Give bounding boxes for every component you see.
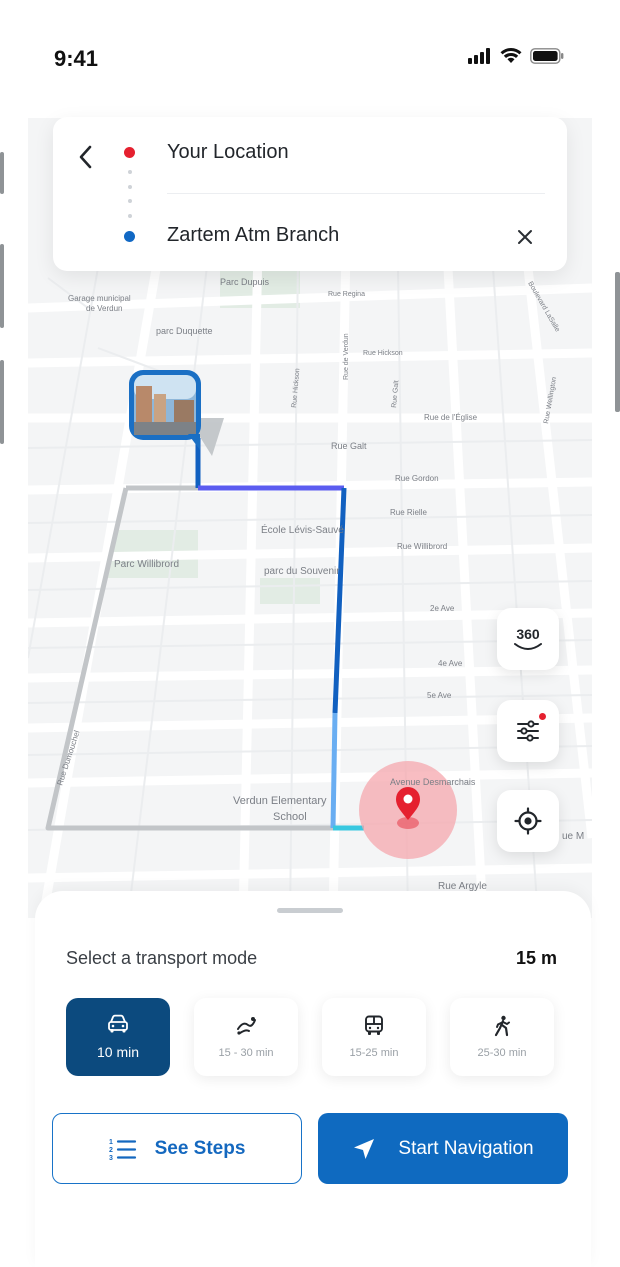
clear-destination-button[interactable] [513, 225, 537, 249]
device-side-button [0, 360, 4, 444]
destination-marker[interactable] [359, 761, 457, 859]
view-360-label: 360 [516, 626, 540, 642]
map-label: Rue Galt [331, 441, 367, 451]
my-location-button[interactable] [497, 790, 559, 852]
map-label: Rue Galt [391, 380, 400, 408]
filter-button[interactable] [497, 700, 559, 762]
map-label: Rue Gordon [395, 474, 439, 483]
origin-dot [124, 147, 135, 158]
street-view-marker[interactable] [129, 370, 224, 456]
see-steps-label: See Steps [154, 1137, 246, 1159]
map-label: 4e Ave [438, 659, 463, 668]
map-label: Rue de Verdun [343, 333, 350, 380]
status-time: 9:41 [54, 46, 99, 71]
notification-badge [538, 712, 547, 721]
route-card: Your Location Zartem Atm Branch [53, 117, 567, 271]
map-label: Rue Rielle [390, 508, 427, 517]
map-label: Rue Regina [328, 291, 365, 298]
map-label: ue M [562, 831, 584, 842]
rotate-360-icon [514, 643, 542, 650]
distance-value: 15 m [515, 948, 557, 968]
map-label: 5e Ave [427, 691, 452, 700]
map-label: Rue de l'Église [424, 413, 478, 422]
see-steps-button[interactable]: 1 2 3 See Steps [52, 1113, 302, 1184]
svg-text:1: 1 [109, 1139, 113, 1146]
park-area [260, 578, 320, 604]
map-label: Avenue Desmarchais [390, 777, 476, 787]
device-side-button [0, 244, 4, 328]
mode-time: 15 - 30 min [218, 1047, 274, 1059]
route-connector [128, 170, 132, 218]
list-icon: 1 2 3 [109, 1139, 136, 1161]
view-360-button[interactable]: 360 [497, 608, 559, 670]
map-label: Verdun Elementary [233, 795, 327, 807]
sheet-drag-handle[interactable] [277, 908, 343, 913]
destination-dot [124, 231, 135, 242]
car-icon [108, 1014, 128, 1033]
destination-field[interactable]: Zartem Atm Branch [167, 224, 339, 247]
mode-time: 15-25 min [349, 1047, 399, 1059]
cellular-signal-icon [468, 48, 492, 69]
map-label: Garage municipal [68, 294, 131, 303]
map-label: Rue Hickson [363, 350, 403, 357]
route-segment[interactable] [330, 712, 338, 829]
map-label: de Verdun [86, 304, 122, 313]
bottom-sheet: Select a transport mode 15 m 10 min 15 -… [35, 891, 591, 1267]
map-label: Parc Willibrord [114, 559, 179, 570]
bus-icon [365, 1015, 383, 1035]
map-label: Rue Willibrord [397, 542, 447, 551]
mode-scooter[interactable]: 15 - 30 min [194, 998, 298, 1076]
back-button[interactable] [63, 139, 107, 175]
svg-text:3: 3 [109, 1155, 113, 1161]
divider [167, 193, 545, 194]
status-bar: 9:41 [0, 0, 620, 110]
device-side-button [615, 272, 620, 412]
navigation-arrow-icon [354, 1138, 375, 1159]
transport-mode-title: Select a transport mode [66, 948, 258, 968]
mode-time: 25-30 min [477, 1047, 527, 1059]
map-label: School [273, 811, 307, 823]
map-label: parc du Souvenir [264, 566, 340, 577]
device-side-button [0, 152, 4, 194]
map-label: École Lévis-Sauvé [261, 523, 344, 536]
walking-icon [494, 1015, 510, 1037]
origin-field[interactable]: Your Location [167, 141, 289, 164]
mode-walking[interactable]: 25-30 min [450, 998, 554, 1076]
start-navigation-label: Start Navigation [398, 1137, 534, 1159]
map-label: Parc Dupuis [220, 277, 270, 287]
transport-mode-list: 10 min 15 - 30 min 15-25 min 25-30 min [66, 998, 554, 1076]
sliders-icon [517, 720, 539, 742]
mode-car[interactable]: 10 min [66, 998, 170, 1076]
map-label: Rue Hickson [291, 368, 301, 408]
map-label: parc Duquette [156, 326, 213, 336]
wifi-icon [500, 48, 522, 69]
battery-icon [530, 48, 564, 69]
status-icons [468, 48, 564, 69]
scooter-icon [237, 1017, 256, 1035]
map-label: 2e Ave [430, 604, 455, 613]
crosshair-icon [514, 807, 542, 835]
mode-bus[interactable]: 15-25 min [322, 998, 426, 1076]
mode-time: 10 min [96, 1044, 140, 1060]
chevron-left-icon [79, 145, 92, 169]
svg-text:2: 2 [109, 1147, 113, 1154]
start-navigation-button[interactable]: Start Navigation [318, 1113, 568, 1184]
close-icon [518, 230, 532, 244]
